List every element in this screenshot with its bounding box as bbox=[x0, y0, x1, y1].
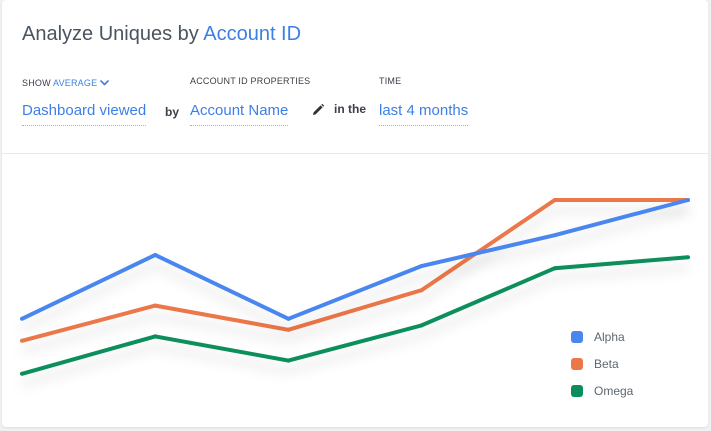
legend-swatch bbox=[571, 358, 583, 370]
legend-swatch bbox=[571, 331, 583, 343]
legend: Alpha Beta Omega bbox=[571, 330, 634, 398]
data-point-alpha[interactable] bbox=[686, 198, 690, 202]
data-point-beta[interactable] bbox=[20, 338, 24, 343]
data-point-alpha[interactable] bbox=[20, 316, 24, 321]
data-point-alpha[interactable] bbox=[552, 233, 557, 238]
data-point-beta[interactable] bbox=[286, 327, 291, 332]
legend-swatch bbox=[571, 385, 583, 397]
data-point-beta[interactable] bbox=[153, 303, 158, 308]
chart-card: Analyze Uniques by Account ID SHOW AVERA… bbox=[2, 0, 708, 427]
data-point-omega[interactable] bbox=[286, 358, 291, 363]
data-point-omega[interactable] bbox=[552, 266, 557, 271]
data-point-beta[interactable] bbox=[419, 288, 424, 293]
data-point-omega[interactable] bbox=[153, 334, 158, 339]
series-layer bbox=[20, 198, 690, 376]
data-point-omega[interactable] bbox=[20, 371, 24, 376]
legend-label: Alpha bbox=[594, 330, 625, 344]
data-point-alpha[interactable] bbox=[153, 253, 158, 257]
legend-label: Beta bbox=[594, 357, 619, 371]
data-point-alpha[interactable] bbox=[419, 264, 424, 268]
series-line-alpha bbox=[21, 198, 689, 321]
data-point-omega[interactable] bbox=[419, 323, 424, 328]
data-point-omega[interactable] bbox=[686, 255, 690, 260]
legend-item-beta[interactable]: Beta bbox=[571, 357, 619, 371]
line-chart: Alpha Beta Omega bbox=[20, 198, 690, 398]
data-point-alpha[interactable] bbox=[286, 316, 291, 321]
legend-item-omega[interactable]: Omega bbox=[571, 384, 634, 398]
legend-item-alpha[interactable]: Alpha bbox=[571, 330, 625, 344]
legend-label: Omega bbox=[594, 384, 634, 398]
data-point-beta[interactable] bbox=[552, 198, 557, 202]
